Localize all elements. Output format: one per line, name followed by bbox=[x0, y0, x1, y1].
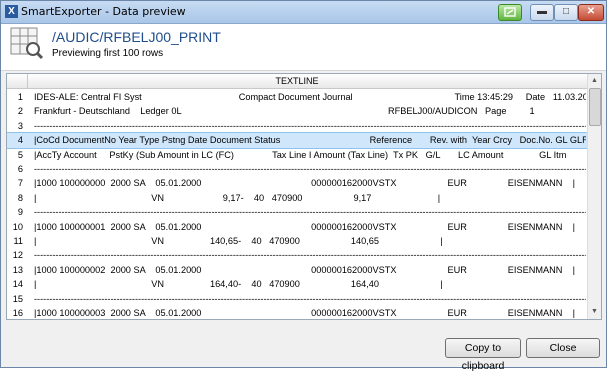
column-header-label: TEXTLINE bbox=[275, 76, 319, 86]
title-bar[interactable]: X SmartExporter - Data preview ▬ □ ✕ bbox=[1, 1, 606, 24]
row-number: 16 bbox=[12, 308, 23, 318]
maximize-icon: □ bbox=[562, 6, 570, 17]
table-preview-icon bbox=[10, 27, 44, 60]
window-title: SmartExporter - Data preview bbox=[21, 5, 186, 18]
table-row[interactable]: 16 |1000 100000003 2000 SA 05.01.2000 000… bbox=[7, 305, 587, 319]
maximize-button[interactable]: □ bbox=[554, 4, 578, 21]
data-grid[interactable]: TEXTLINE 1 IDES-ALE: Central FI Syst Comp… bbox=[6, 73, 602, 320]
scroll-thumb[interactable] bbox=[589, 88, 601, 126]
green-action-icon[interactable] bbox=[498, 4, 522, 21]
preview-header: /AUDIC/RFBELJ00_PRINT Previewing first 1… bbox=[1, 24, 606, 71]
close-icon: ✕ bbox=[586, 6, 596, 17]
grid-rows: 1 IDES-ALE: Central FI Syst Compact Docum… bbox=[7, 89, 587, 319]
table-name-title: /AUDIC/RFBELJ00_PRINT bbox=[52, 29, 221, 45]
minimize-button[interactable]: ▬ bbox=[530, 4, 554, 21]
data-preview-window: X SmartExporter - Data preview ▬ □ ✕ /AU… bbox=[0, 0, 607, 372]
column-header-textline[interactable]: TEXTLINE bbox=[7, 74, 587, 89]
scroll-up-icon[interactable]: ▲ bbox=[588, 74, 601, 88]
scroll-down-icon[interactable]: ▼ bbox=[588, 305, 601, 319]
row-textline: |1000 100000003 2000 SA 05.01.2000 00000… bbox=[34, 308, 575, 318]
preview-subtitle: Previewing first 100 rows bbox=[52, 48, 164, 59]
copy-to-clipboard-button[interactable]: Copy to clipboard bbox=[445, 338, 521, 372]
smartexporter-logo-icon: X bbox=[5, 5, 18, 18]
row-number-header bbox=[7, 74, 28, 88]
close-button[interactable]: Close bbox=[526, 338, 600, 358]
vertical-scrollbar[interactable]: ▲ ▼ bbox=[587, 74, 601, 319]
minimize-icon: ▬ bbox=[537, 6, 547, 17]
close-window-button[interactable]: ✕ bbox=[578, 4, 604, 21]
